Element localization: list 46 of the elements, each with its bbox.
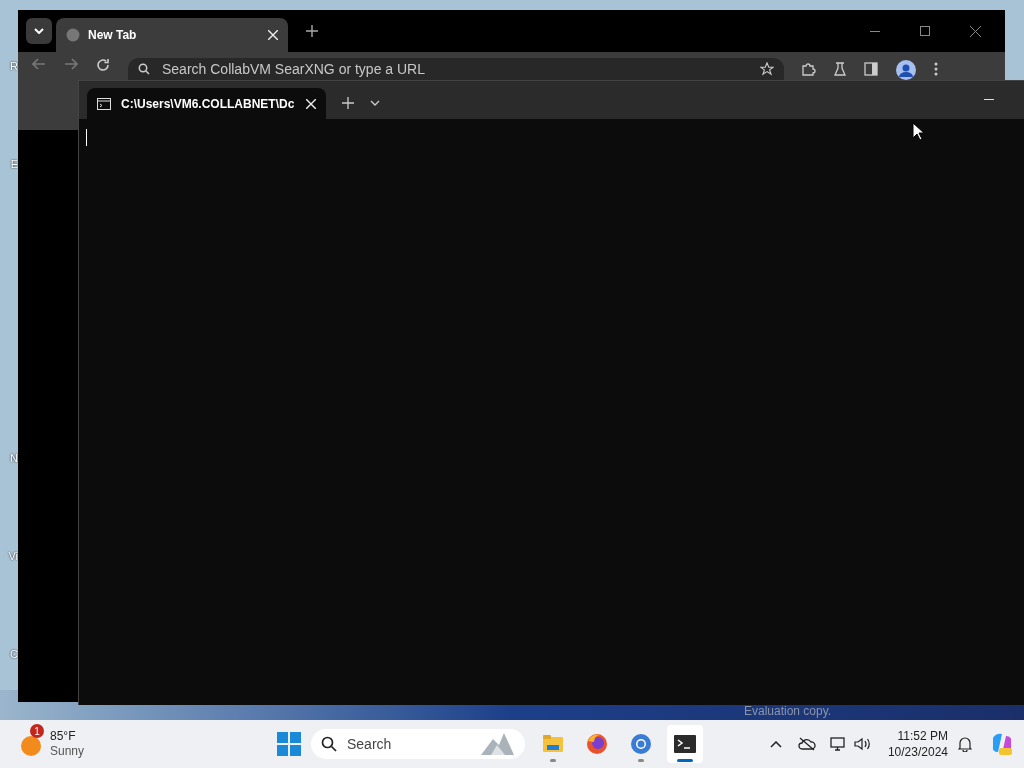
sidebar-icon[interactable] bbox=[864, 62, 878, 76]
reload-icon[interactable] bbox=[96, 58, 110, 72]
terminal-icon bbox=[673, 732, 697, 756]
evaluation-watermark: Evaluation copy. bbox=[744, 703, 832, 720]
browser-circle-icon bbox=[629, 732, 653, 756]
plus-icon[interactable] bbox=[306, 25, 318, 37]
taskbar-search-box[interactable]: Search bbox=[311, 729, 525, 759]
windows-start-icon[interactable] bbox=[277, 732, 301, 756]
fox-globe-icon bbox=[585, 732, 609, 756]
taskbar-app-button[interactable] bbox=[667, 725, 703, 763]
address-placeholder: Search CollabVM SearXNG or type a URL bbox=[162, 59, 426, 79]
back-icon[interactable] bbox=[32, 58, 46, 70]
search-icon bbox=[138, 63, 150, 75]
browser-tab[interactable]: C:\Users\VM6.COLLABNET\Dc bbox=[87, 88, 326, 119]
close-icon[interactable] bbox=[970, 25, 981, 37]
forward-icon[interactable] bbox=[64, 58, 78, 70]
network-icon[interactable] bbox=[829, 736, 848, 752]
star-icon[interactable] bbox=[760, 62, 774, 76]
terminal-icon bbox=[97, 97, 111, 110]
chevron-up-icon[interactable] bbox=[769, 740, 782, 748]
text-cursor bbox=[86, 129, 87, 146]
temperature-label: 85°F bbox=[50, 729, 77, 744]
menu-icon[interactable] bbox=[934, 62, 938, 76]
weather-condition: Sunny bbox=[50, 744, 85, 759]
cloud-offline-icon[interactable] bbox=[797, 737, 816, 751]
browser-tab[interactable]: New Tab bbox=[56, 18, 288, 52]
volume-icon[interactable] bbox=[853, 737, 872, 751]
tab-search-button[interactable] bbox=[26, 18, 52, 44]
puzzle-icon[interactable] bbox=[802, 62, 816, 76]
plus-icon[interactable] bbox=[342, 97, 354, 109]
chevron-down-icon[interactable] bbox=[370, 100, 380, 106]
notification-badge: 1 bbox=[30, 724, 44, 738]
clock-date[interactable]: 10/23/2024 bbox=[887, 744, 948, 760]
mouse-pointer-icon bbox=[912, 122, 924, 141]
search-icon bbox=[321, 736, 337, 752]
minimize-icon[interactable] bbox=[870, 30, 880, 32]
chevron-down-icon bbox=[34, 28, 44, 34]
avatar-icon[interactable] bbox=[896, 60, 916, 80]
maximize-icon[interactable] bbox=[920, 26, 930, 36]
mountain-icon bbox=[479, 731, 515, 757]
flask-icon[interactable] bbox=[834, 62, 846, 76]
bell-icon[interactable] bbox=[958, 736, 972, 752]
clock-time[interactable]: 11:52 PM bbox=[897, 728, 948, 744]
search-placeholder: Search bbox=[347, 734, 393, 754]
address-bar[interactable]: Search CollabVM SearXNG or type a URL bbox=[128, 58, 784, 80]
copilot-icon[interactable] bbox=[990, 732, 1014, 756]
